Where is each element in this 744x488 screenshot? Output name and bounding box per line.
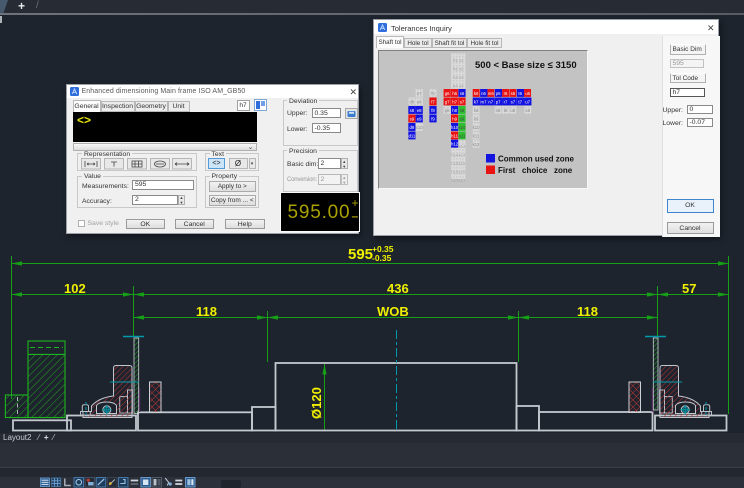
svg-text:h9: h9 (452, 116, 457, 121)
svg-text:h2 s2: h2 s2 (453, 66, 464, 71)
svg-text:WOB: WOB (377, 304, 409, 319)
svg-text:-0.35: -0.35 (372, 253, 392, 263)
svg-text:s11: s11 (458, 133, 465, 138)
svg-text:h12: h12 (451, 141, 459, 146)
svg-text:595: 595 (348, 246, 373, 263)
svg-text:u6: u6 (525, 90, 530, 95)
svg-text:h7: h7 (452, 99, 457, 104)
svg-text:h17s17: h17s17 (451, 178, 466, 183)
svg-text:k6: k6 (473, 90, 478, 95)
svg-text:f8: f8 (431, 107, 435, 112)
svg-text:h4 s4: h4 s4 (453, 83, 464, 88)
svg-text:k9: k9 (473, 116, 478, 121)
svg-text:s8: s8 (495, 107, 500, 112)
svg-text:n6: n6 (481, 90, 486, 95)
svg-text:k11: k11 (472, 133, 479, 138)
svg-text:r7: r7 (503, 99, 507, 104)
svg-text:s6: s6 (459, 90, 464, 95)
svg-text:m7: m7 (480, 99, 487, 104)
svg-text:118: 118 (196, 304, 217, 319)
svg-text:t8: t8 (503, 107, 507, 112)
svg-text:e8: e8 (416, 99, 421, 104)
svg-text:h3 s3: h3 s3 (453, 75, 464, 80)
svg-text:Common used zone: Common used zone (498, 154, 575, 163)
svg-text:First choice zone: First choice zone (498, 166, 573, 175)
svg-text:k8: k8 (473, 107, 478, 112)
svg-text:k12: k12 (472, 141, 480, 146)
svg-text:u8: u8 (510, 107, 515, 112)
svg-text:f7: f7 (431, 99, 435, 104)
svg-text:s9: s9 (459, 116, 464, 121)
svg-text:s9: s9 (409, 116, 414, 121)
svg-text:e7: e7 (416, 90, 421, 95)
svg-text:p7: p7 (495, 99, 500, 104)
svg-text:h8: h8 (452, 107, 457, 112)
svg-text:t7: t7 (518, 99, 522, 104)
svg-text:g8: g8 (444, 107, 449, 112)
svg-text:57: 57 (682, 281, 696, 296)
svg-text:h16s16: h16s16 (451, 169, 466, 174)
svg-text:x8: x8 (525, 107, 530, 112)
svg-text:u7: u7 (525, 99, 530, 104)
svg-text:g7: g7 (444, 99, 449, 104)
svg-text:s7: s7 (459, 99, 464, 104)
svg-text:s6: s6 (510, 90, 515, 95)
svg-text:d11: d11 (408, 133, 415, 138)
svg-text:436: 436 (387, 281, 409, 296)
svg-text:s10: s10 (458, 124, 466, 129)
svg-text:p6: p6 (495, 90, 500, 95)
svg-text:118: 118 (577, 304, 598, 319)
svg-text:102: 102 (64, 281, 86, 296)
svg-text:e9: e9 (416, 116, 421, 121)
svg-text:e10: e10 (415, 124, 423, 129)
svg-text:h11: h11 (451, 133, 458, 138)
svg-text:m6: m6 (487, 90, 494, 95)
svg-text:s8: s8 (409, 107, 414, 112)
svg-text:n7: n7 (488, 99, 493, 104)
svg-text:d8: d8 (409, 99, 414, 104)
svg-text:r6: r6 (503, 90, 507, 95)
svg-text:f9: f9 (431, 116, 435, 121)
svg-text:s8: s8 (459, 107, 464, 112)
svg-text:e8: e8 (416, 107, 421, 112)
svg-text:h6: h6 (452, 90, 457, 95)
svg-text:k10: k10 (472, 124, 480, 129)
svg-text:s7: s7 (510, 99, 515, 104)
svg-text:Ø120: Ø120 (309, 387, 324, 419)
svg-text:500 < Base size ≤ 3150: 500 < Base size ≤ 3150 (475, 60, 577, 71)
svg-text:d9: d9 (409, 124, 414, 129)
svg-text:h1 s1: h1 s1 (453, 58, 464, 63)
svg-text:k7: k7 (473, 99, 478, 104)
svg-text:t6: t6 (518, 90, 522, 95)
svg-text:h15s15: h15s15 (451, 161, 466, 166)
svg-text:g6: g6 (444, 90, 449, 95)
svg-text:h14s14: h14s14 (451, 152, 466, 157)
svg-text:f6: f6 (431, 90, 435, 95)
